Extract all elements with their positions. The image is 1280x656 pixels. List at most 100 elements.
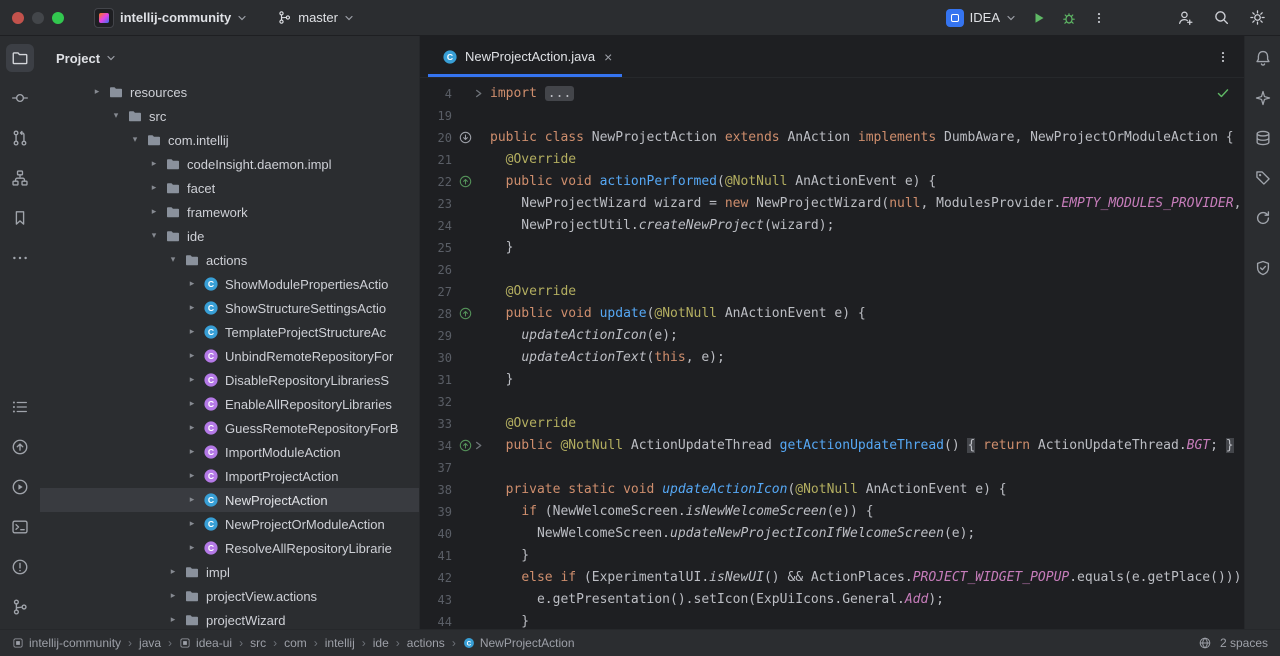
line-number[interactable]: 25	[420, 237, 452, 259]
breadcrumb-item[interactable]: com	[284, 636, 307, 650]
line-number[interactable]: 40	[420, 523, 452, 545]
code-line[interactable]: 34 public @NotNull ActionUpdateThread ge…	[420, 435, 1244, 457]
gutter[interactable]	[452, 589, 490, 611]
gutter[interactable]	[452, 391, 490, 413]
code-line[interactable]: 40 NewWelcomeScreen.updateNewProjectIcon…	[420, 523, 1244, 545]
line-number[interactable]: 41	[420, 545, 452, 567]
overridden-method-icon[interactable]	[459, 131, 472, 144]
settings-button[interactable]	[1242, 4, 1272, 32]
editor-tab-newprojectaction[interactable]: C NewProjectAction.java ×	[428, 36, 622, 77]
code-line[interactable]: 23 NewProjectWizard wizard = new NewProj…	[420, 193, 1244, 215]
line-number[interactable]: 39	[420, 501, 452, 523]
project-panel-header[interactable]: Project	[40, 36, 419, 80]
tree-item[interactable]: ▸projectWizard	[40, 608, 419, 629]
zoom-window-button[interactable]	[52, 12, 64, 24]
chevron-right-icon[interactable]: ▸	[185, 303, 199, 313]
fold-arrow-icon[interactable]	[474, 441, 483, 450]
code-line[interactable]: 32	[420, 391, 1244, 413]
code-line[interactable]: 44 }	[420, 611, 1244, 629]
code-line[interactable]: 4import ...	[420, 83, 1244, 105]
breadcrumb-item[interactable]: intellij	[325, 636, 355, 650]
tree-item[interactable]: ▸CUnbindRemoteRepositoryFor	[40, 344, 419, 368]
gutter[interactable]	[452, 281, 490, 303]
chevron-right-icon[interactable]: ▸	[185, 399, 199, 409]
code-with-me-button[interactable]	[1170, 4, 1200, 32]
breadcrumb-item[interactable]: intellij-community	[12, 636, 121, 650]
toolwindow-database-button[interactable]	[1249, 124, 1277, 152]
toolwindow-notifications-button[interactable]	[1249, 44, 1277, 72]
toolwindow-run-button[interactable]	[6, 473, 34, 501]
tree-item[interactable]: ▸projectView.actions	[40, 584, 419, 608]
line-number[interactable]: 20	[420, 127, 452, 149]
tree-item[interactable]: ▸CEnableAllRepositoryLibraries	[40, 392, 419, 416]
gutter[interactable]	[452, 347, 490, 369]
code-line[interactable]: 28 public void update(@NotNull AnActionE…	[420, 303, 1244, 325]
line-number[interactable]: 29	[420, 325, 452, 347]
gutter[interactable]	[452, 435, 490, 457]
gutter[interactable]	[452, 369, 490, 391]
tree-item[interactable]: ▸CNewProjectAction	[40, 488, 419, 512]
gutter[interactable]	[452, 479, 490, 501]
chevron-right-icon[interactable]: ▸	[166, 615, 180, 625]
code-line[interactable]: 42 else if (ExperimentalUI.isNewUI() && …	[420, 567, 1244, 589]
toolwindow-problems-button[interactable]	[6, 553, 34, 581]
chevron-right-icon[interactable]: ▸	[147, 183, 161, 193]
gutter[interactable]	[452, 567, 490, 589]
line-number[interactable]: 32	[420, 391, 452, 413]
inspections-ok-icon[interactable]	[1216, 86, 1230, 100]
toolwindow-version-control-button[interactable]	[6, 593, 34, 621]
code-line[interactable]: 39 if (NewWelcomeScreen.isNewWelcomeScre…	[420, 501, 1244, 523]
code-editor[interactable]: 4import ...1920public class NewProjectAc…	[420, 78, 1244, 629]
tree-item[interactable]: ▸CTemplateProjectStructureAc	[40, 320, 419, 344]
gutter[interactable]	[452, 193, 490, 215]
gutter[interactable]	[452, 303, 490, 325]
line-number[interactable]: 33	[420, 413, 452, 435]
line-number[interactable]: 38	[420, 479, 452, 501]
chevron-right-icon[interactable]: ▸	[185, 519, 199, 529]
gutter[interactable]	[452, 127, 490, 149]
tree-item[interactable]: ▾com.intellij	[40, 128, 419, 152]
close-window-button[interactable]	[12, 12, 24, 24]
line-number[interactable]: 23	[420, 193, 452, 215]
code-line[interactable]: 31 }	[420, 369, 1244, 391]
line-number[interactable]: 44	[420, 611, 452, 629]
toolwindow-persistence-button[interactable]	[1249, 164, 1277, 192]
chevron-right-icon[interactable]: ▸	[185, 351, 199, 361]
code-line[interactable]: 37	[420, 457, 1244, 479]
gutter[interactable]	[452, 325, 490, 347]
gutter[interactable]	[452, 259, 490, 281]
code-line[interactable]: 19	[420, 105, 1244, 127]
gutter[interactable]	[452, 149, 490, 171]
code-line[interactable]: 43 e.getPresentation().setIcon(ExpUiIcon…	[420, 589, 1244, 611]
code-line[interactable]: 29 updateActionIcon(e);	[420, 325, 1244, 347]
toolwindow-terminal-button[interactable]	[6, 513, 34, 541]
chevron-right-icon[interactable]: ▸	[185, 447, 199, 457]
breadcrumb-item[interactable]: src	[250, 636, 266, 650]
toolwindow-project-button[interactable]	[6, 44, 34, 72]
chevron-right-icon[interactable]: ▸	[90, 87, 104, 97]
tree-item[interactable]: ▸CImportModuleAction	[40, 440, 419, 464]
tree-item[interactable]: ▸CShowModulePropertiesActio	[40, 272, 419, 296]
run-button[interactable]	[1024, 4, 1054, 32]
gutter[interactable]	[452, 457, 490, 479]
gutter[interactable]	[452, 545, 490, 567]
code-line[interactable]: 20public class NewProjectAction extends …	[420, 127, 1244, 149]
code-line[interactable]: 25 }	[420, 237, 1244, 259]
code-line[interactable]: 38 private static void updateActionIcon(…	[420, 479, 1244, 501]
tree-item[interactable]: ▸CResolveAllRepositoryLibrarie	[40, 536, 419, 560]
tree-item[interactable]: ▾actions	[40, 248, 419, 272]
tab-options-button[interactable]	[1216, 50, 1230, 64]
globe-icon[interactable]	[1198, 636, 1212, 650]
tree-item[interactable]: ▾src	[40, 104, 419, 128]
gutter[interactable]	[452, 611, 490, 629]
line-number[interactable]: 26	[420, 259, 452, 281]
gutter[interactable]	[452, 83, 490, 105]
chevron-right-icon[interactable]: ▸	[166, 591, 180, 601]
code-line[interactable]: 26	[420, 259, 1244, 281]
chevron-down-icon[interactable]: ▾	[166, 255, 180, 265]
chevron-right-icon[interactable]: ▸	[185, 375, 199, 385]
branch-widget[interactable]: master	[269, 6, 362, 29]
chevron-right-icon[interactable]: ▸	[166, 567, 180, 577]
line-number[interactable]: 22	[420, 171, 452, 193]
indent-status-widget[interactable]: 2 spaces	[1220, 636, 1268, 650]
